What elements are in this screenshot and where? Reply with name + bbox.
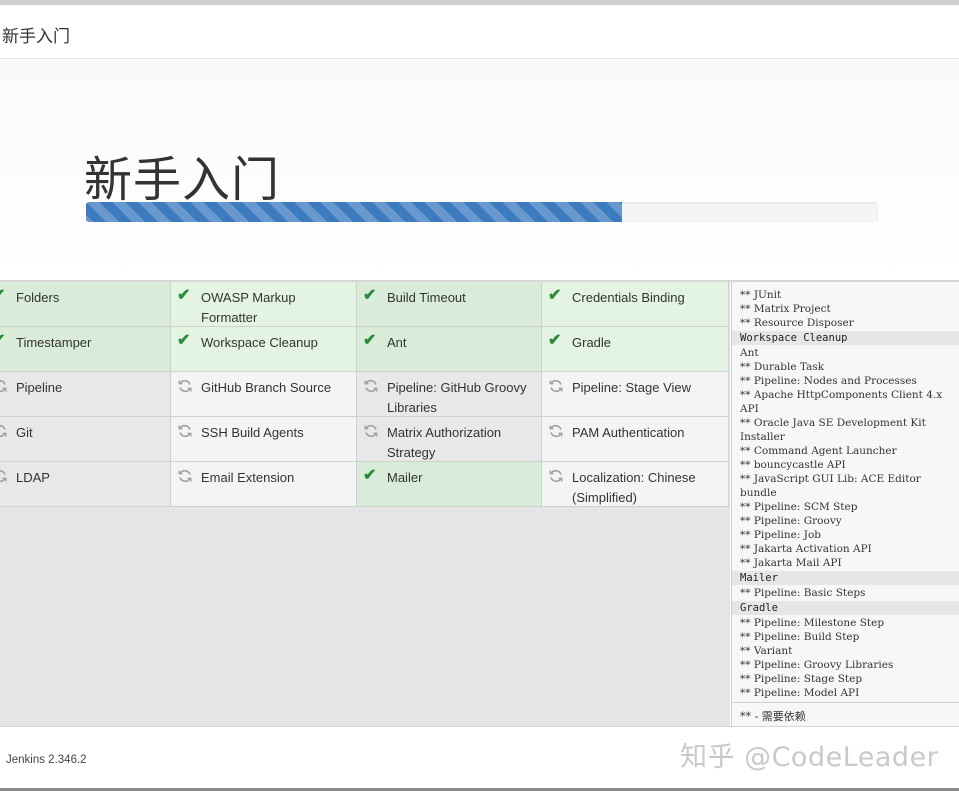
plugin-cell: GitHub Branch Source [171,372,357,417]
refresh-icon [177,468,193,484]
log-dependency-line: ** Pipeline: SCM Step [740,501,858,513]
plugin-cell: Pipeline: Stage View [542,372,729,417]
plugin-name: Gradle [572,335,612,350]
plugin-cell: Pipeline: GitHub Groovy Libraries [357,372,542,417]
plugin-name: Pipeline [16,380,63,395]
check-icon: ✔ [177,287,191,304]
log-dependency-line: ** bouncycastle API [740,459,846,471]
log-footer-note: ** - 需要依赖 [731,702,959,726]
plugin-name: OWASP Markup Formatter [201,290,296,325]
plugin-cell: LDAP [0,462,171,507]
log-dependency-line: ** Command Agent Launcher [740,445,897,457]
plugin-name: Folders [16,290,60,305]
plugin-name: Git [16,425,33,440]
log-dependency-line: ** Pipeline: Groovy Libraries [740,659,894,671]
install-log[interactable]: ** JUnit ** Matrix Project ** Resource Dis… [731,282,959,702]
plugin-name: Ant [387,335,407,350]
refresh-icon [0,378,8,394]
header-title: 新手入门 [2,27,70,47]
log-dependency-line: ** JavaScript GUI Lib: ACE Editor bundle [740,473,925,499]
log-plugin-heading: Gradle [732,601,959,615]
plugin-cell: ✔ Credentials Binding [542,282,729,327]
refresh-icon [548,468,564,484]
plugin-cell: Git [0,417,171,462]
plugin-grid: ✔ Folders ✔ OWASP Markup Formatter ✔ Build Ti… [0,282,729,507]
log-dependency-line: ** Pipeline: Nodes and Processes [740,375,917,387]
plugin-cell: ✔ OWASP Markup Formatter [171,282,357,327]
check-icon: ✔ [177,332,191,349]
log-dependency-line: ** Pipeline: Milestone Step [740,617,885,629]
plugin-name: Workspace Cleanup [201,335,318,350]
log-dependency-line: ** Jakarta Activation API [740,543,872,555]
install-progress-fill [86,202,623,222]
check-icon: ✔ [548,287,562,304]
log-dependency-line: ** Resource Disposer [740,317,854,329]
check-icon: ✔ [0,333,8,349]
plugin-name: Credentials Binding [572,290,685,305]
plugin-cell: ✔ Build Timeout [357,282,542,327]
plugin-name: Mailer [387,470,423,485]
log-dependency-line: ** Pipeline: Model API [740,687,860,699]
plugin-cell: ✔ Timestamper [0,327,171,372]
plugin-name: Pipeline: Stage View [572,380,692,395]
plugin-name: SSH Build Agents [201,425,304,440]
hero-section: 新手入门 [0,60,959,280]
jenkins-version: Jenkins 2.346.2 [6,754,87,766]
refresh-icon [363,423,379,439]
check-icon: ✔ [363,332,377,349]
refresh-icon [0,468,8,484]
plugin-cell: PAM Authentication [542,417,729,462]
refresh-icon [548,378,564,394]
plugin-cell: Email Extension [171,462,357,507]
plugin-cell: ✔ Gradle [542,327,729,372]
plugin-name: GitHub Branch Source [201,380,332,395]
refresh-icon [548,423,564,439]
install-progress-bar [86,202,878,222]
check-icon: ✔ [0,288,8,304]
plugin-cell: ✔ Ant [357,327,542,372]
check-icon: ✔ [548,332,562,349]
log-dependency-line: ** Matrix Project [740,303,831,315]
watermark: 知乎 @CodeLeader [680,742,939,773]
plugin-name: Email Extension [201,470,295,485]
log-dependency-line: ** Pipeline: Job [740,529,822,541]
plugin-name: Localization: Chinese (Simplified) [572,470,696,505]
plugin-name: Pipeline: GitHub Groovy Libraries [387,380,527,415]
log-dependency-line: ** Variant [740,645,793,657]
log-dependency-line: ** Oracle Java SE Development Kit Instal… [740,417,930,443]
log-dependency-line: ** Pipeline: Basic Steps [740,587,866,599]
plugin-name: PAM Authentication [572,425,685,440]
plugin-name: LDAP [16,470,50,485]
refresh-icon [0,423,8,439]
refresh-icon [177,378,193,394]
page-footer: Jenkins 2.346.2 知乎 @CodeLeader [0,726,959,788]
log-dependency-line: ** JUnit [740,289,782,301]
plugin-cell: ✔ Folders [0,282,171,327]
log-plugin-heading: Workspace Cleanup [732,331,959,345]
plugin-name: Matrix Authorization Strategy [387,425,502,460]
check-icon: ✔ [363,467,377,484]
refresh-icon [177,423,193,439]
log-dependency-line: Ant [740,347,759,359]
log-dependency-line: ** Apache HttpComponents Client 4.x API [740,389,946,415]
plugin-cell: Localization: Chinese (Simplified) [542,462,729,507]
log-dependency-line: ** Pipeline: Groovy [740,515,842,527]
log-dependency-line: ** Durable Task [740,361,825,373]
plugin-name: Timestamper [16,335,92,350]
plugin-cell: ✔ Workspace Cleanup [171,327,357,372]
log-dependency-line: ** Pipeline: Build Step [740,631,860,643]
plugin-cell: Matrix Authorization Strategy [357,417,542,462]
refresh-icon [363,378,379,394]
log-dependency-line: ** Pipeline: Stage Step [740,673,863,685]
plugin-cell: ✔ Mailer [357,462,542,507]
plugin-name: Build Timeout [387,290,466,305]
check-icon: ✔ [363,287,377,304]
plugin-cell: SSH Build Agents [171,417,357,462]
page-header: 新手入门 [0,5,959,59]
log-plugin-heading: Mailer [732,571,959,585]
page-title: 新手入门 [84,152,281,208]
plugin-cell: Pipeline [0,372,171,417]
log-dependency-line: ** Jakarta Mail API [740,557,842,569]
